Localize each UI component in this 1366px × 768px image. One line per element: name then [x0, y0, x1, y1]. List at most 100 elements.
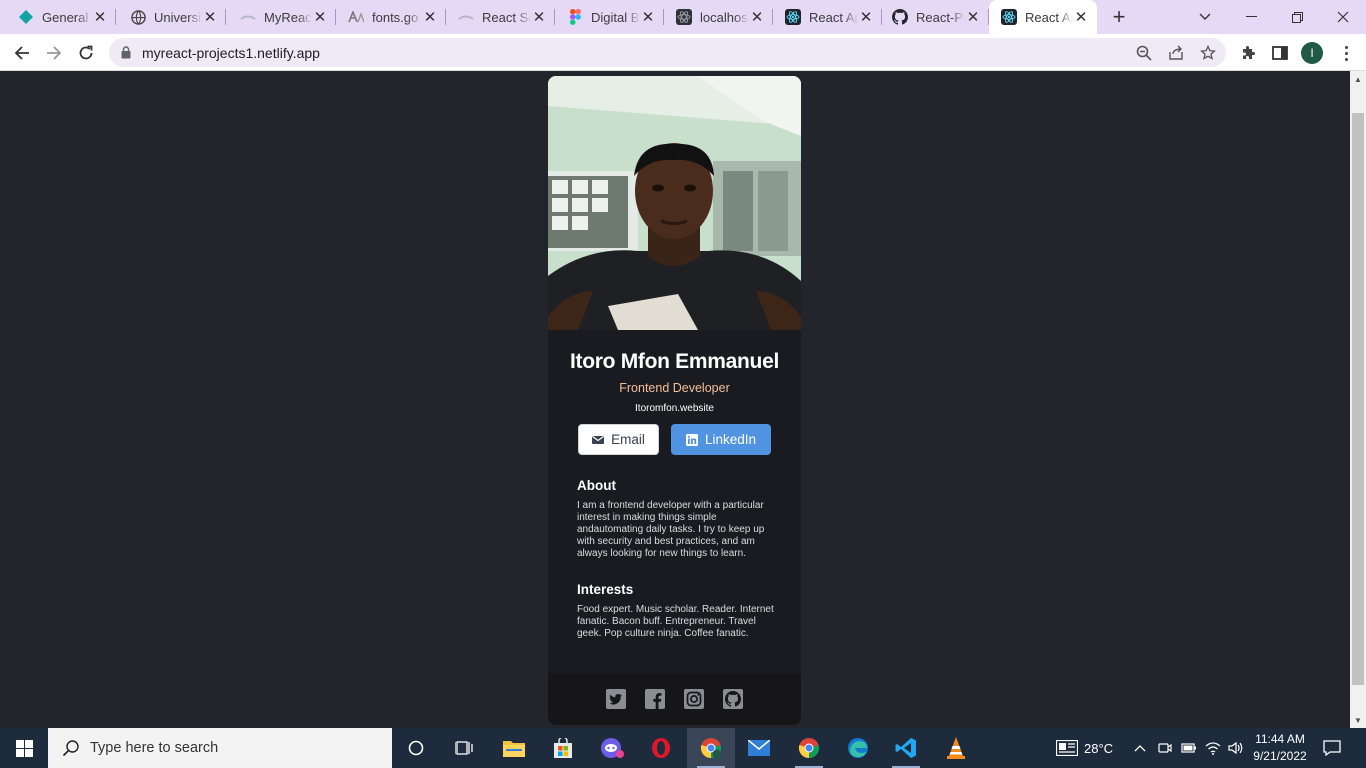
- chrome-app[interactable]: [785, 728, 833, 768]
- close-tab-icon[interactable]: ✕: [312, 9, 328, 26]
- notification-center-button[interactable]: [1323, 728, 1341, 768]
- share-icon[interactable]: [1167, 44, 1185, 62]
- folder-icon: [503, 741, 525, 757]
- profile-avatar[interactable]: I: [1301, 42, 1323, 64]
- globe-icon: [130, 9, 146, 25]
- game-controller-icon: [601, 738, 624, 758]
- email-button-label: Email: [611, 432, 645, 447]
- back-button[interactable]: [8, 39, 36, 67]
- tab-title: Digital B: [591, 9, 640, 25]
- browser-tab[interactable]: General ✕: [0, 0, 116, 34]
- chevron-up-icon: [1134, 745, 1146, 752]
- close-tab-icon[interactable]: ✕: [422, 9, 438, 26]
- forward-button[interactable]: [40, 39, 68, 67]
- volume-control[interactable]: [1228, 728, 1244, 768]
- minimize-button[interactable]: [1228, 0, 1274, 34]
- opera-app[interactable]: [637, 728, 685, 768]
- social-footer: [548, 673, 801, 725]
- discord-app[interactable]: [588, 728, 636, 768]
- extensions-icon[interactable]: [1238, 43, 1258, 63]
- wifi-icon: [1205, 742, 1221, 755]
- browser-tab[interactable]: React Ap ✕: [773, 0, 882, 34]
- search-icon: [62, 739, 80, 757]
- edge-app[interactable]: [834, 728, 882, 768]
- github-icon: [892, 9, 908, 25]
- instagram-icon[interactable]: [684, 689, 704, 709]
- close-tab-icon[interactable]: ✕: [749, 9, 765, 26]
- twitter-icon[interactable]: [606, 689, 626, 709]
- vscode-app[interactable]: [882, 728, 930, 768]
- close-tab-icon[interactable]: ✕: [92, 9, 108, 26]
- start-button[interactable]: [0, 728, 48, 768]
- bookmark-star-icon[interactable]: [1199, 44, 1217, 62]
- store-app[interactable]: [539, 728, 587, 768]
- task-view-button[interactable]: [440, 728, 488, 768]
- url-text[interactable]: myreact-projects1.netlify.app: [142, 45, 320, 61]
- system-clock[interactable]: 11:44 AM 9/21/2022: [1246, 731, 1314, 765]
- restore-icon: [1291, 11, 1303, 23]
- meet-now-button[interactable]: [1158, 728, 1172, 768]
- chrome-icon: [798, 738, 820, 759]
- interests-section: Interests Food expert. Music scholar. Re…: [577, 582, 777, 640]
- notification-icon: [1323, 740, 1341, 756]
- address-bar[interactable]: myreact-projects1.netlify.app: [109, 38, 1226, 67]
- vlc-app[interactable]: [932, 728, 980, 768]
- mail-app[interactable]: [735, 728, 783, 768]
- close-window-button[interactable]: [1320, 0, 1366, 34]
- profile-photo: [548, 76, 801, 330]
- file-explorer-app[interactable]: [490, 728, 538, 768]
- reload-button[interactable]: [72, 39, 100, 67]
- browser-tab[interactable]: localhos ✕: [664, 0, 773, 34]
- windows-logo-icon: [15, 739, 33, 757]
- close-tab-icon[interactable]: ✕: [202, 9, 218, 26]
- cortana-button[interactable]: [392, 728, 440, 768]
- weather-widget[interactable]: 28°C: [1056, 728, 1113, 768]
- profile-website[interactable]: Itoromfon.website: [548, 403, 801, 414]
- cloud-icon: [240, 9, 256, 25]
- battery-status[interactable]: [1181, 728, 1197, 768]
- browser-tab[interactable]: University ✕: [116, 0, 226, 34]
- browser-tab[interactable]: React Se ✕: [446, 0, 555, 34]
- tab-title: React Ap: [809, 9, 858, 25]
- browser-tab[interactable]: MyReact ✕: [226, 0, 336, 34]
- envelope-icon: [592, 435, 605, 445]
- restore-button[interactable]: [1274, 0, 1320, 34]
- scrollbar-thumb[interactable]: [1352, 113, 1364, 685]
- email-button[interactable]: Email: [578, 424, 659, 455]
- close-tab-icon[interactable]: ✕: [640, 9, 656, 26]
- browser-menu-icon[interactable]: [1336, 43, 1356, 63]
- vscode-icon: [895, 738, 916, 758]
- github-icon[interactable]: [723, 689, 743, 709]
- browser-tab[interactable]: fonts.go ✕: [336, 0, 446, 34]
- facebook-icon[interactable]: [645, 689, 665, 709]
- browser-tab-active[interactable]: React Ap ✕: [989, 0, 1097, 34]
- zoom-icon[interactable]: [1135, 44, 1153, 62]
- close-tab-icon[interactable]: ✕: [965, 9, 981, 26]
- linkedin-button[interactable]: LinkedIn: [671, 424, 771, 455]
- close-tab-icon[interactable]: ✕: [531, 9, 547, 26]
- side-panel-icon[interactable]: [1270, 43, 1290, 63]
- show-hidden-icons-button[interactable]: [1134, 728, 1146, 768]
- chrome-app-active[interactable]: [687, 728, 735, 768]
- fonts-icon: [348, 9, 364, 25]
- scroll-down-arrow-icon[interactable]: ▼: [1354, 716, 1362, 725]
- arrow-left-icon: [14, 46, 29, 60]
- task-view-icon: [455, 741, 473, 755]
- taskbar-search[interactable]: Type here to search: [48, 728, 392, 768]
- network-status[interactable]: [1205, 728, 1221, 768]
- tab-search-button[interactable]: [1182, 0, 1228, 34]
- page-viewport: Itoro Mfon Emmanuel Frontend Developer I…: [0, 71, 1350, 728]
- browser-tab[interactable]: React-Pr ✕: [882, 0, 989, 34]
- page-scrollbar[interactable]: ▲ ▼: [1350, 71, 1366, 728]
- close-tab-icon[interactable]: ✕: [1073, 9, 1089, 26]
- browser-tab[interactable]: Digital B ✕: [555, 0, 664, 34]
- search-placeholder: Type here to search: [90, 740, 219, 756]
- new-tab-button[interactable]: +: [1105, 0, 1133, 34]
- mail-icon: [748, 740, 770, 756]
- opera-icon: [652, 738, 670, 758]
- scroll-up-arrow-icon[interactable]: ▲: [1354, 75, 1362, 84]
- close-tab-icon[interactable]: ✕: [858, 9, 874, 26]
- lock-icon[interactable]: [121, 46, 131, 64]
- react-icon: [1001, 9, 1017, 25]
- reload-icon: [79, 45, 93, 60]
